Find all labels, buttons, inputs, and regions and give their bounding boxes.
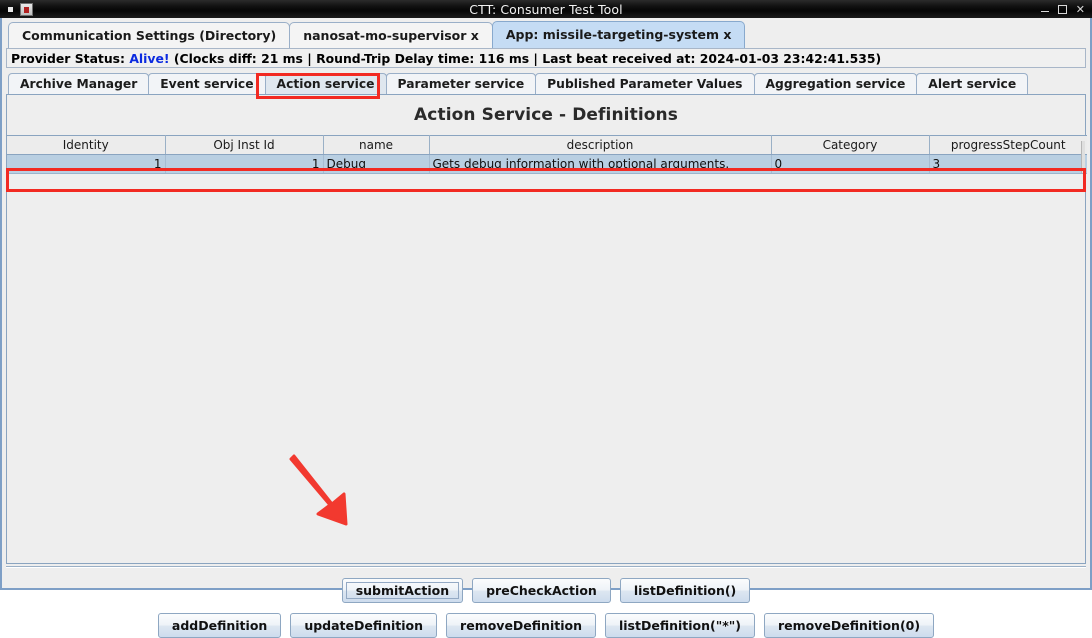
- column-header-description[interactable]: description: [429, 135, 772, 155]
- app-icon: [20, 2, 33, 16]
- provider-status-state: Alive!: [129, 51, 170, 66]
- minimize-icon[interactable]: [1040, 4, 1049, 12]
- maximize-icon[interactable]: [1057, 4, 1067, 14]
- cell-name[interactable]: Debug: [323, 154, 430, 174]
- pre-check-action-button[interactable]: preCheckAction: [472, 578, 611, 603]
- provider-status-prefix: Provider Status:: [11, 51, 130, 66]
- list-definition-wildcard-button[interactable]: listDefinition("*"): [604, 613, 756, 638]
- action-button-panel: submitAction preCheckAction listDefiniti…: [6, 566, 1086, 638]
- close-icon[interactable]: ✕: [1076, 4, 1085, 15]
- remove-definition-button[interactable]: removeDefinition: [446, 613, 596, 638]
- window-controls: ✕: [1040, 0, 1085, 18]
- column-header-progress-step-count[interactable]: progressStepCount: [929, 135, 1087, 155]
- button-row-secondary: addDefinition updateDefinition removeDef…: [6, 613, 1086, 638]
- main-tab-nanosat-mo-supervisor[interactable]: nanosat-mo-supervisor x: [289, 22, 493, 48]
- column-header-category[interactable]: Category: [771, 135, 930, 155]
- service-tab-event-service[interactable]: Event service: [148, 73, 266, 94]
- table-row[interactable]: 1 1 Debug Gets debug information with op…: [7, 154, 1087, 174]
- list-definition-button[interactable]: listDefinition(): [619, 578, 751, 603]
- service-tab-alert-service[interactable]: Alert service: [916, 73, 1029, 94]
- cell-progress-step-count[interactable]: 3: [929, 154, 1087, 174]
- cell-category[interactable]: 0: [771, 154, 930, 174]
- cell-identity[interactable]: 1: [7, 154, 166, 174]
- column-header-identity[interactable]: Identity: [7, 135, 166, 155]
- table-scroll-corner: [1081, 141, 1085, 173]
- service-tab-action-service[interactable]: Action service: [264, 73, 387, 94]
- service-tab-aggregation-service[interactable]: Aggregation service: [753, 73, 918, 94]
- column-header-name[interactable]: name: [323, 135, 430, 155]
- button-row-primary: submitAction preCheckAction listDefiniti…: [6, 578, 1086, 603]
- application-window: CTT: Consumer Test Tool ✕ Communication …: [0, 0, 1092, 638]
- submit-action-button[interactable]: submitAction: [341, 578, 464, 603]
- main-tab-app-missile-targeting-system[interactable]: App: missile-targeting-system x: [491, 21, 746, 48]
- main-tab-communication-settings[interactable]: Communication Settings (Directory): [8, 22, 291, 48]
- submit-action-label: submitAction: [355, 583, 450, 598]
- column-header-obj-inst-id[interactable]: Obj Inst Id: [165, 135, 324, 155]
- service-tab-archive-manager[interactable]: Archive Manager: [8, 73, 150, 94]
- service-tab-published-parameter-values[interactable]: Published Parameter Values: [535, 73, 755, 94]
- provider-status-bar: Provider Status: Alive! (Clocks diff: 21…: [6, 48, 1086, 68]
- service-tab-bar: Archive Manager Event service Action ser…: [2, 70, 1090, 94]
- title-bar: CTT: Consumer Test Tool ✕: [0, 0, 1092, 18]
- cell-obj-inst-id[interactable]: 1: [165, 154, 324, 174]
- button-panel-divider: [6, 566, 1086, 568]
- update-definition-button[interactable]: updateDefinition: [290, 613, 438, 638]
- window-menu-dot-icon[interactable]: [8, 6, 13, 12]
- cell-description[interactable]: Gets debug information with optional arg…: [429, 154, 772, 174]
- window-title: CTT: Consumer Test Tool: [469, 1, 623, 17]
- provider-status-details: (Clocks diff: 21 ms | Round-Trip Delay t…: [169, 51, 882, 66]
- remove-definition-zero-button[interactable]: removeDefinition(0): [764, 613, 935, 638]
- table-header-row: Identity Obj Inst Id name description Ca…: [7, 135, 1087, 155]
- definitions-table[interactable]: Identity Obj Inst Id name description Ca…: [7, 135, 1087, 174]
- add-definition-button[interactable]: addDefinition: [157, 613, 282, 638]
- action-service-panel: Action Service - Definitions Identity Ob…: [6, 94, 1087, 564]
- window-content: Communication Settings (Directory) nanos…: [0, 18, 1092, 638]
- service-tab-parameter-service[interactable]: Parameter service: [385, 73, 537, 94]
- title-bar-left: [0, 2, 33, 16]
- main-tab-bar: Communication Settings (Directory) nanos…: [2, 18, 1090, 48]
- page-title: Action Service - Definitions: [414, 105, 678, 125]
